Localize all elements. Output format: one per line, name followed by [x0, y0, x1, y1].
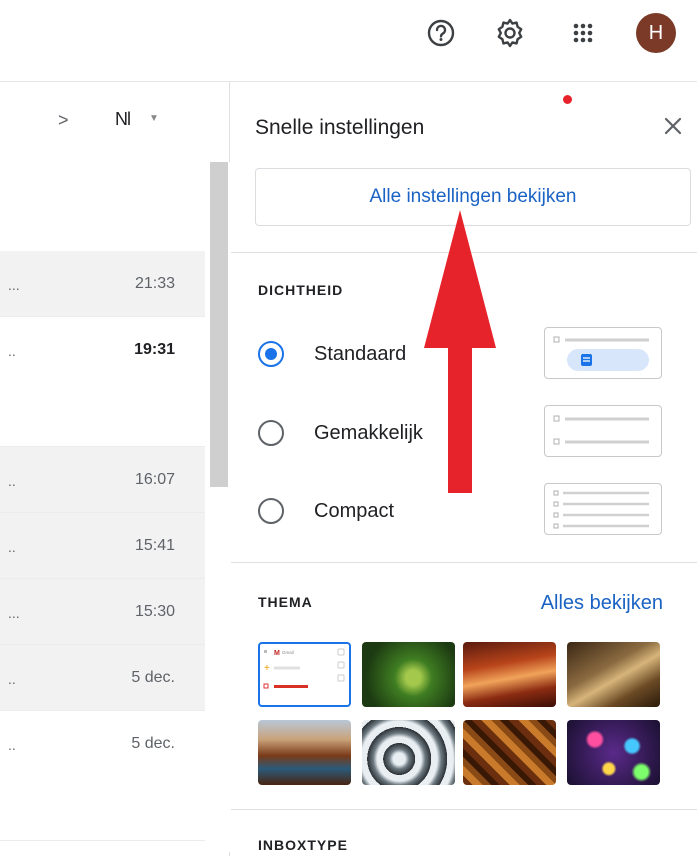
theme-colorful-lights[interactable]: [567, 720, 660, 785]
svg-text:M: M: [274, 650, 280, 657]
next-page-icon[interactable]: >: [58, 110, 69, 131]
scrollbar-thumb[interactable]: [210, 162, 228, 487]
email-row[interactable]: ... 15:30: [0, 579, 205, 645]
theme-default[interactable]: M Gmail +: [258, 642, 351, 707]
email-snippet-ellipsis: ..: [8, 737, 16, 753]
email-snippet-ellipsis: ..: [8, 473, 16, 489]
apps-grid-icon[interactable]: [563, 13, 603, 53]
density-heading: DICHTHEID: [258, 282, 344, 298]
density-option-compact[interactable]: Compact: [258, 491, 508, 531]
help-icon[interactable]: [421, 13, 461, 53]
radio-unselected[interactable]: [258, 498, 284, 524]
inbox-type-heading: INBOXTYPE: [258, 837, 348, 853]
account-avatar[interactable]: H: [636, 13, 676, 53]
annotation-dot: [563, 95, 572, 104]
email-row[interactable]: .. 5 dec.: [0, 645, 205, 711]
email-time: 5 dec.: [131, 669, 175, 686]
email-row[interactable]: .. 19:31: [0, 317, 205, 447]
section-divider: [231, 562, 697, 563]
radio-unselected[interactable]: [258, 420, 284, 446]
option-label: Compact: [314, 499, 395, 522]
email-time: 16:07: [134, 471, 175, 488]
theme-heading: THEMA: [258, 594, 313, 610]
email-snippet-ellipsis: ..: [8, 671, 16, 687]
theme-canyon[interactable]: [463, 642, 556, 707]
email-time: 15:41: [134, 537, 175, 554]
email-time: 21:33: [134, 275, 175, 292]
section-divider: [231, 809, 697, 810]
theme-lake[interactable]: [258, 720, 351, 785]
theme-pipes[interactable]: [362, 720, 455, 785]
top-bar: H: [0, 0, 697, 82]
email-time: 5 dec.: [131, 735, 175, 752]
email-row[interactable]: ... 21:33: [0, 251, 205, 317]
gear-icon[interactable]: [490, 13, 530, 53]
theme-leaf-macro[interactable]: [362, 642, 455, 707]
svg-text:Gmail: Gmail: [282, 650, 294, 655]
close-icon[interactable]: [657, 110, 689, 142]
density-preview-gemakkelijk: [544, 405, 662, 457]
annotation-arrow: [424, 210, 496, 493]
email-time: 15:30: [134, 603, 175, 620]
email-list: > Nl ▼ ... 21:33 .. 19:31 .. 16:07 .. 15…: [0, 82, 230, 856]
email-snippet-ellipsis: ...: [8, 605, 20, 621]
sort-selector[interactable]: Nl: [115, 109, 131, 130]
email-snippet-ellipsis: ..: [8, 343, 16, 359]
list-toolbar: > Nl ▼: [0, 82, 230, 167]
email-row[interactable]: .. 5 dec.: [0, 711, 205, 841]
option-label: Standaard: [314, 342, 407, 365]
option-label: Gemakkelijk: [314, 421, 423, 444]
theme-chess[interactable]: [567, 642, 660, 707]
email-row[interactable]: .. 16:07: [0, 447, 205, 513]
density-preview-standaard: [544, 327, 662, 379]
email-time: 19:31: [134, 341, 175, 358]
email-snippet-ellipsis: ...: [8, 277, 20, 293]
see-all-themes-link[interactable]: Alles bekijken: [511, 592, 663, 615]
email-snippet-ellipsis: ..: [8, 539, 16, 555]
density-preview-compact: [544, 483, 662, 535]
email-row[interactable]: .. 15:41: [0, 513, 205, 579]
svg-text:+: +: [264, 663, 270, 674]
panel-title: Snelle instellingen: [255, 116, 425, 139]
caret-down-icon[interactable]: ▼: [149, 113, 159, 124]
theme-autumn-leaves[interactable]: [463, 720, 556, 785]
radio-selected[interactable]: [258, 341, 284, 367]
